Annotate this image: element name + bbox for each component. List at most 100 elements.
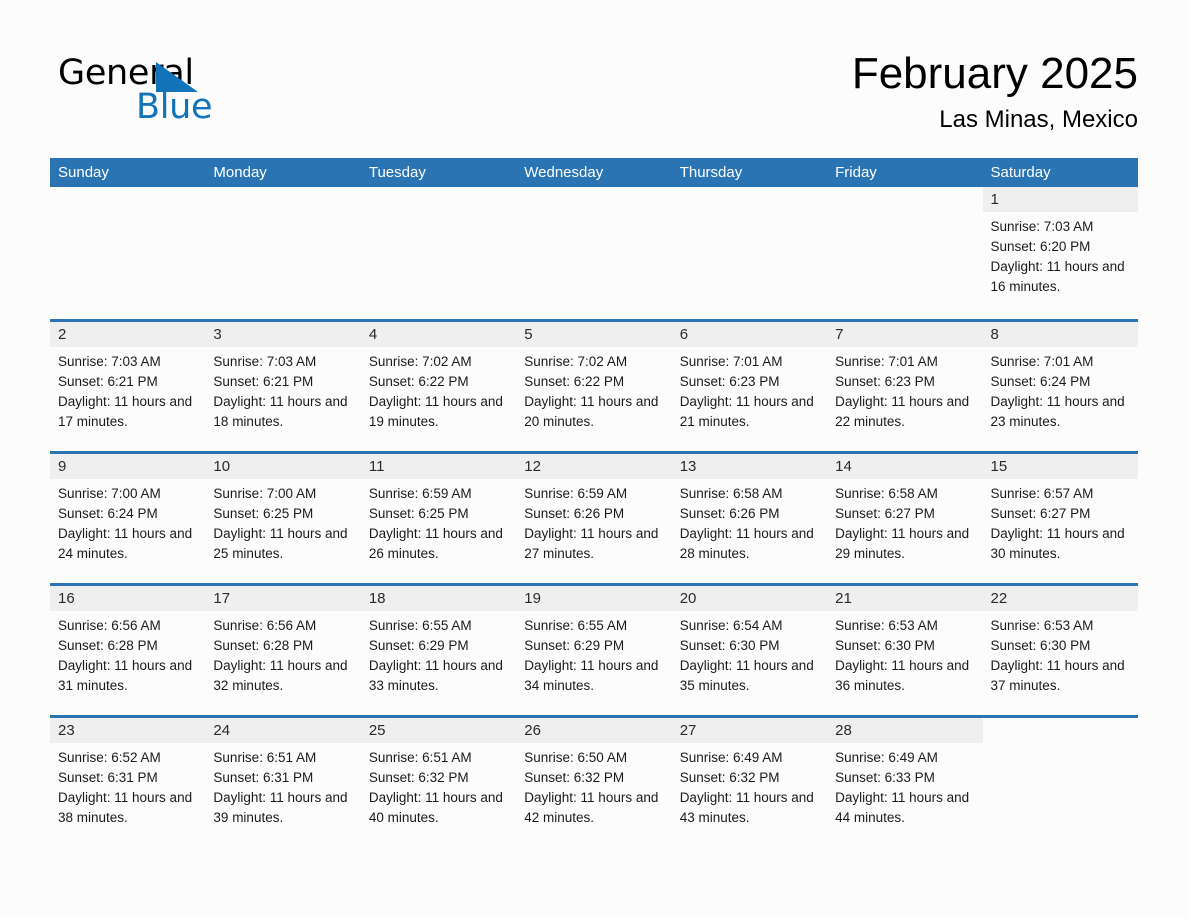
day-number: 25 (360, 718, 517, 743)
day-number (50, 187, 205, 212)
calendar-day-cell[interactable]: 5 Sunrise: 7:02 AM Sunset: 6:22 PM Daylight… (516, 322, 672, 451)
calendar-day-cell[interactable]: 28 Sunrise: 6:49 AM Sunset: 6:33 PM Dayligh… (827, 718, 983, 847)
generalblue-logo[interactable]: General Blue (58, 54, 398, 138)
calendar-day-cell-empty (205, 187, 360, 319)
calendar-day-cell[interactable]: 9 Sunrise: 7:00 AM Sunset: 6:24 PM Daylight… (50, 454, 206, 583)
calendar-weeks: 1 Sunrise: 7:03 AM Sunset: 6:20 PM Daylight… (50, 187, 1138, 847)
sunset-text: Sunset: 6:27 PM (835, 506, 935, 521)
sunrise-text: Sunrise: 6:59 AM (368, 486, 472, 501)
sunset-text: Sunset: 6:20 PM (990, 239, 1091, 254)
daylight-text: Daylight: 11 hours and 25 minutes. (213, 526, 348, 561)
calendar-week-row: 16 Sunrise: 6:56 AM Sunset: 6:28 PM Dayligh… (50, 583, 1138, 715)
calendar-day-cell-empty (50, 187, 205, 319)
dow-monday: Monday (213, 164, 267, 181)
day-sun-info: Sunrise: 7:02 AM Sunset: 6:22 PM Daylight:… (361, 347, 516, 432)
calendar-day-cell[interactable]: 16 Sunrise: 6:56 AM Sunset: 6:28 PM Dayligh… (50, 586, 206, 715)
daylight-text: Daylight: 11 hours and 21 minutes. (679, 394, 814, 429)
calendar-grid: Sunday Monday Tuesday Wednesday Thursday… (50, 158, 1138, 847)
calendar-day-cell[interactable]: 12 Sunrise: 6:59 AM Sunset: 6:26 PM Dayligh… (516, 454, 672, 583)
day-number: 12 (516, 454, 672, 479)
sunset-text: Sunset: 6:29 PM (368, 638, 469, 653)
page-title: February 2025 (851, 49, 1138, 98)
calendar-day-cell[interactable]: 23 Sunrise: 6:52 AM Sunset: 6:31 PM Dayligh… (50, 718, 206, 847)
calendar-day-cell[interactable]: 7 Sunrise: 7:01 AM Sunset: 6:23 PM Daylight… (827, 322, 983, 451)
day-number (827, 187, 982, 212)
daylight-text: Daylight: 11 hours and 43 minutes. (679, 790, 814, 825)
sunrise-text: Sunrise: 6:49 AM (679, 750, 783, 765)
day-number (516, 187, 671, 212)
sunrise-text: Sunrise: 7:03 AM (58, 354, 161, 369)
dow-sunday: Sunday (58, 164, 109, 181)
calendar-day-cell[interactable]: 21 Sunrise: 6:53 AM Sunset: 6:30 PM Dayligh… (827, 586, 983, 715)
daylight-text: Daylight: 11 hours and 44 minutes. (835, 790, 970, 825)
calendar-day-cell[interactable]: 10 Sunrise: 7:00 AM Sunset: 6:25 PM Dayligh… (205, 454, 361, 583)
calendar-day-cell[interactable]: 13 Sunrise: 6:58 AM Sunset: 6:26 PM Dayligh… (671, 454, 828, 583)
calendar-day-cell[interactable]: 19 Sunrise: 6:55 AM Sunset: 6:29 PM Dayligh… (516, 586, 672, 715)
day-sun-info: Sunrise: 6:56 AM Sunset: 6:28 PM Daylight:… (205, 611, 360, 696)
daylight-text: Daylight: 11 hours and 30 minutes. (990, 526, 1125, 561)
sunrise-text: Sunrise: 6:55 AM (368, 618, 472, 633)
sunrise-text: Sunrise: 7:01 AM (990, 354, 1094, 369)
page-header: General Blue February 2025 Las Minas, Me… (50, 46, 1138, 146)
day-number: 5 (516, 322, 672, 347)
calendar-day-cell[interactable]: 4 Sunrise: 7:02 AM Sunset: 6:22 PM Daylight… (360, 322, 517, 451)
logo-text-blue: Blue (136, 87, 213, 127)
calendar-day-cell[interactable]: 11 Sunrise: 6:59 AM Sunset: 6:25 PM Dayligh… (360, 454, 517, 583)
sunset-text: Sunset: 6:28 PM (58, 638, 158, 653)
daylight-text: Daylight: 11 hours and 22 minutes. (835, 394, 970, 429)
sunset-text: Sunset: 6:30 PM (679, 638, 780, 653)
day-sun-info: Sunrise: 7:03 AM Sunset: 6:21 PM Daylight:… (50, 347, 205, 432)
dow-saturday: Saturday (990, 164, 1051, 181)
day-number: 20 (671, 586, 828, 611)
calendar-day-cell[interactable]: 20 Sunrise: 6:54 AM Sunset: 6:30 PM Dayligh… (671, 586, 828, 715)
sunset-text: Sunset: 6:32 PM (679, 770, 780, 785)
day-number: 23 (50, 718, 206, 743)
calendar-day-cell[interactable]: 25 Sunrise: 6:51 AM Sunset: 6:32 PM Dayligh… (360, 718, 517, 847)
daylight-text: Daylight: 11 hours and 35 minutes. (679, 658, 814, 693)
day-number: 9 (50, 454, 206, 479)
calendar-day-cell[interactable]: 14 Sunrise: 6:58 AM Sunset: 6:27 PM Dayligh… (827, 454, 983, 583)
sunrise-text: Sunrise: 7:01 AM (679, 354, 783, 369)
sunset-text: Sunset: 6:26 PM (679, 506, 780, 521)
day-sun-info: Sunrise: 6:53 AM Sunset: 6:30 PM Daylight:… (983, 611, 1138, 696)
calendar-day-cell[interactable]: 17 Sunrise: 6:56 AM Sunset: 6:28 PM Dayligh… (205, 586, 361, 715)
day-number (205, 187, 360, 212)
sunrise-text: Sunrise: 6:53 AM (835, 618, 938, 633)
dow-wednesday: Wednesday (524, 164, 604, 181)
daylight-text: Daylight: 11 hours and 40 minutes. (368, 790, 503, 825)
daylight-text: Daylight: 11 hours and 18 minutes. (213, 394, 348, 429)
sunset-text: Sunset: 6:30 PM (990, 638, 1091, 653)
calendar-day-cell[interactable]: 27 Sunrise: 6:49 AM Sunset: 6:32 PM Dayligh… (671, 718, 828, 847)
sunrise-text: Sunrise: 6:59 AM (524, 486, 628, 501)
calendar-day-cell[interactable]: 22 Sunrise: 6:53 AM Sunset: 6:30 PM Dayligh… (982, 586, 1138, 715)
calendar-day-cell[interactable]: 2 Sunrise: 7:03 AM Sunset: 6:21 PM Daylight… (50, 322, 206, 451)
calendar-day-cell[interactable]: 18 Sunrise: 6:55 AM Sunset: 6:29 PM Dayligh… (360, 586, 517, 715)
day-sun-info: Sunrise: 6:49 AM Sunset: 6:33 PM Daylight:… (827, 743, 982, 828)
calendar-day-cell[interactable]: 26 Sunrise: 6:50 AM Sunset: 6:32 PM Dayligh… (516, 718, 672, 847)
calendar-day-cell[interactable]: 6 Sunrise: 7:01 AM Sunset: 6:23 PM Daylight… (671, 322, 828, 451)
day-number (361, 187, 516, 212)
day-sun-info: Sunrise: 7:01 AM Sunset: 6:24 PM Daylight:… (983, 347, 1138, 432)
day-of-week-header-row: Sunday Monday Tuesday Wednesday Thursday… (50, 158, 1138, 187)
calendar-day-cell[interactable]: 8 Sunrise: 7:01 AM Sunset: 6:24 PM Daylight… (982, 322, 1138, 451)
calendar-day-cell[interactable]: 15 Sunrise: 6:57 AM Sunset: 6:27 PM Dayligh… (982, 454, 1138, 583)
sunrise-text: Sunrise: 6:58 AM (679, 486, 783, 501)
calendar-week-row: 1 Sunrise: 7:03 AM Sunset: 6:20 PM Daylight… (50, 187, 1138, 319)
sunrise-text: Sunrise: 6:56 AM (213, 618, 317, 633)
day-sun-info: Sunrise: 6:49 AM Sunset: 6:32 PM Daylight:… (672, 743, 827, 828)
calendar-day-cell[interactable]: 1 Sunrise: 7:03 AM Sunset: 6:20 PM Daylight… (982, 187, 1138, 319)
sunrise-text: Sunrise: 6:51 AM (368, 750, 472, 765)
day-sun-info: Sunrise: 7:00 AM Sunset: 6:24 PM Daylight:… (50, 479, 205, 564)
day-number: 11 (360, 454, 517, 479)
calendar-week-row: 23 Sunrise: 6:52 AM Sunset: 6:31 PM Dayligh… (50, 715, 1138, 847)
sunset-text: Sunset: 6:25 PM (213, 506, 314, 521)
sunrise-text: Sunrise: 6:57 AM (990, 486, 1094, 501)
calendar-day-cell[interactable]: 3 Sunrise: 7:03 AM Sunset: 6:21 PM Daylight… (205, 322, 361, 451)
sunrise-text: Sunrise: 7:00 AM (213, 486, 317, 501)
day-number: 17 (205, 586, 361, 611)
daylight-text: Daylight: 11 hours and 37 minutes. (990, 658, 1125, 693)
day-number: 19 (516, 586, 672, 611)
calendar-day-cell[interactable]: 24 Sunrise: 6:51 AM Sunset: 6:31 PM Dayligh… (205, 718, 361, 847)
daylight-text: Daylight: 11 hours and 19 minutes. (368, 394, 503, 429)
calendar-day-cell-empty (983, 718, 1138, 847)
